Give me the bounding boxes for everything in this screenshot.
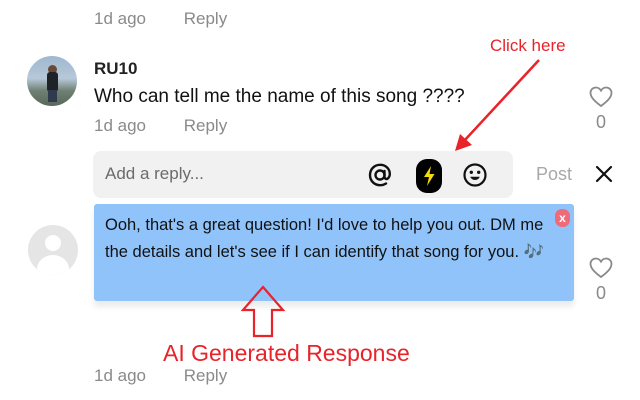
comment-meta: 1d ago Reply xyxy=(94,116,227,136)
heart-icon xyxy=(589,86,613,108)
annotation-arrow xyxy=(455,59,540,151)
reply-link[interactable]: Reply xyxy=(184,366,227,386)
reply-link[interactable]: Reply xyxy=(184,116,227,136)
like-count: 0 xyxy=(595,112,606,132)
comment-age: 1d ago xyxy=(94,9,146,28)
avatar-placeholder[interactable] xyxy=(28,225,78,275)
comments-panel: 1d ago Reply RU10 Who can tell me the na… xyxy=(0,0,640,400)
post-button[interactable]: Post xyxy=(536,164,572,185)
reply-input[interactable] xyxy=(105,164,345,184)
previous-comment-meta: 1d ago Reply xyxy=(94,9,227,29)
comment-text: Who can tell me the name of this song ??… xyxy=(94,86,465,107)
avatar[interactable] xyxy=(27,56,77,106)
emoji-button[interactable] xyxy=(460,160,490,190)
annotation-click-here: Click here xyxy=(490,36,566,55)
emoji-icon xyxy=(463,163,487,187)
close-icon xyxy=(595,165,613,183)
next-comment-meta: 1d ago Reply xyxy=(94,366,227,386)
ai-response-close-button[interactable]: x xyxy=(555,209,570,227)
ai-assist-button[interactable] xyxy=(416,159,442,193)
comment-age: 1d ago xyxy=(94,116,146,135)
ai-response-popup[interactable]: Ooh, that's a great question! I'd love t… xyxy=(94,204,574,301)
reply-composer xyxy=(93,151,513,198)
like-button[interactable]: 0 xyxy=(586,257,616,304)
mention-button[interactable] xyxy=(365,160,395,190)
lightning-bolt-icon xyxy=(424,166,435,186)
at-sign-icon xyxy=(368,163,392,187)
annotation-ai-generated: AI Generated Response xyxy=(163,340,410,366)
like-button[interactable]: 0 xyxy=(586,86,616,133)
close-reply-button[interactable] xyxy=(594,164,614,184)
ai-response-text[interactable]: Ooh, that's a great question! I'd love t… xyxy=(105,212,560,266)
comment-username[interactable]: RU10 xyxy=(94,59,137,79)
heart-icon xyxy=(589,257,613,279)
reply-link[interactable]: Reply xyxy=(184,9,227,29)
like-count: 0 xyxy=(595,283,606,303)
comment-age: 1d ago xyxy=(94,366,146,385)
